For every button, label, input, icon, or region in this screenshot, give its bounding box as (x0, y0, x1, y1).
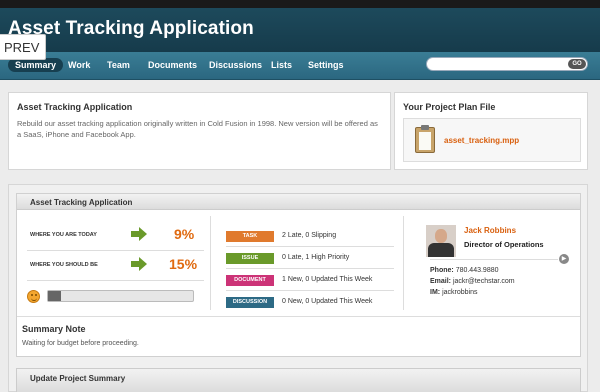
search-go-button[interactable]: GO (568, 59, 586, 69)
app-header: Asset Tracking Application (0, 8, 600, 52)
progress-fill (48, 291, 61, 301)
badge-task[interactable]: TASK (226, 231, 274, 242)
phone-value: 780.443.9880 (455, 267, 499, 274)
smiley-icon (27, 290, 40, 303)
summary-panel-header: Asset Tracking Application (17, 194, 580, 210)
summary-panel: Asset Tracking Application WHERE YOU ARE… (16, 193, 581, 357)
im-value: jackrobbins (442, 289, 478, 296)
contact-email: Email: jackr@techstar.com (430, 278, 570, 285)
issue-status[interactable]: 0 Late, 1 High Priority (282, 254, 349, 261)
tab-lists[interactable]: Lists (264, 58, 299, 72)
prev-button[interactable]: PREV (0, 34, 46, 60)
divider (403, 216, 404, 310)
summary-note-title: Summary Note (22, 324, 86, 334)
tab-documents[interactable]: Documents (141, 58, 204, 72)
status-list: TASK 2 Late, 0 Slipping ISSUE 0 Late, 1 … (226, 231, 396, 311)
plan-file-box: asset_tracking.mpp (403, 118, 581, 162)
search-input[interactable]: GO (426, 57, 588, 71)
email-label: Email: (430, 278, 452, 285)
tab-team[interactable]: Team (100, 58, 137, 72)
avatar-body (428, 243, 454, 257)
arrow-right-icon (131, 257, 147, 271)
today-percent: 9% (174, 226, 195, 242)
should-percent: 15% (169, 256, 198, 272)
plan-file-link[interactable]: asset_tracking.mpp (444, 136, 519, 145)
divider (226, 290, 394, 291)
divider (27, 250, 204, 251)
divider (17, 316, 580, 317)
should-label: WHERE YOU SHOULD BE (30, 262, 98, 268)
contact-title: Director of Operations (464, 240, 544, 249)
im-label: IM: (430, 289, 441, 296)
summary-panel-title: Asset Tracking Application (30, 198, 133, 207)
next-contact-button[interactable]: ▶ (559, 254, 569, 264)
clipboard-icon (415, 125, 435, 153)
divider (226, 246, 394, 247)
divider (226, 268, 394, 269)
plan-file-heading: Your Project Plan File (403, 102, 496, 112)
divider (210, 216, 211, 310)
email-value[interactable]: jackr@techstar.com (453, 278, 515, 285)
arrow-right-icon (131, 227, 147, 241)
tab-settings[interactable]: Settings (301, 58, 351, 72)
progress-bar (47, 290, 194, 302)
divider (430, 259, 558, 260)
project-intro-card: Asset Tracking Application Rebuild our a… (8, 92, 391, 170)
contact-im: IM: jackrobbins (430, 289, 570, 296)
badge-issue[interactable]: ISSUE (226, 253, 274, 264)
task-status[interactable]: 2 Late, 0 Slipping (282, 232, 336, 239)
update-summary-title: Update Project Summary (30, 374, 126, 383)
tab-work[interactable]: Work (61, 58, 97, 72)
document-status[interactable]: 1 New, 0 Updated This Week (282, 276, 372, 283)
plan-file-card: Your Project Plan File asset_tracking.mp… (394, 92, 588, 170)
phone-label: Phone: (430, 267, 454, 274)
project-description: Rebuild our asset tracking application o… (17, 119, 378, 139)
summary-note-text: Waiting for budget before proceeding. (22, 340, 139, 347)
badge-document[interactable]: DOCUMENT (226, 275, 274, 286)
avatar-head (435, 229, 447, 243)
divider (27, 280, 204, 281)
project-summary-section: Asset Tracking Application WHERE YOU ARE… (8, 184, 588, 392)
avatar (426, 225, 456, 257)
contact-name[interactable]: Jack Robbins (464, 226, 516, 235)
update-summary-bar[interactable]: Update Project Summary (16, 368, 581, 392)
contact-phone: Phone: 780.443.9880 (430, 267, 570, 274)
today-label: WHERE YOU ARE TODAY (30, 232, 97, 238)
discussion-status[interactable]: 0 New, 0 Updated This Week (282, 298, 372, 305)
badge-discussion[interactable]: DISCUSSION (226, 297, 274, 308)
project-title: Asset Tracking Application (17, 102, 133, 112)
tab-discussions[interactable]: Discussions (202, 58, 269, 72)
top-strip (0, 0, 600, 8)
